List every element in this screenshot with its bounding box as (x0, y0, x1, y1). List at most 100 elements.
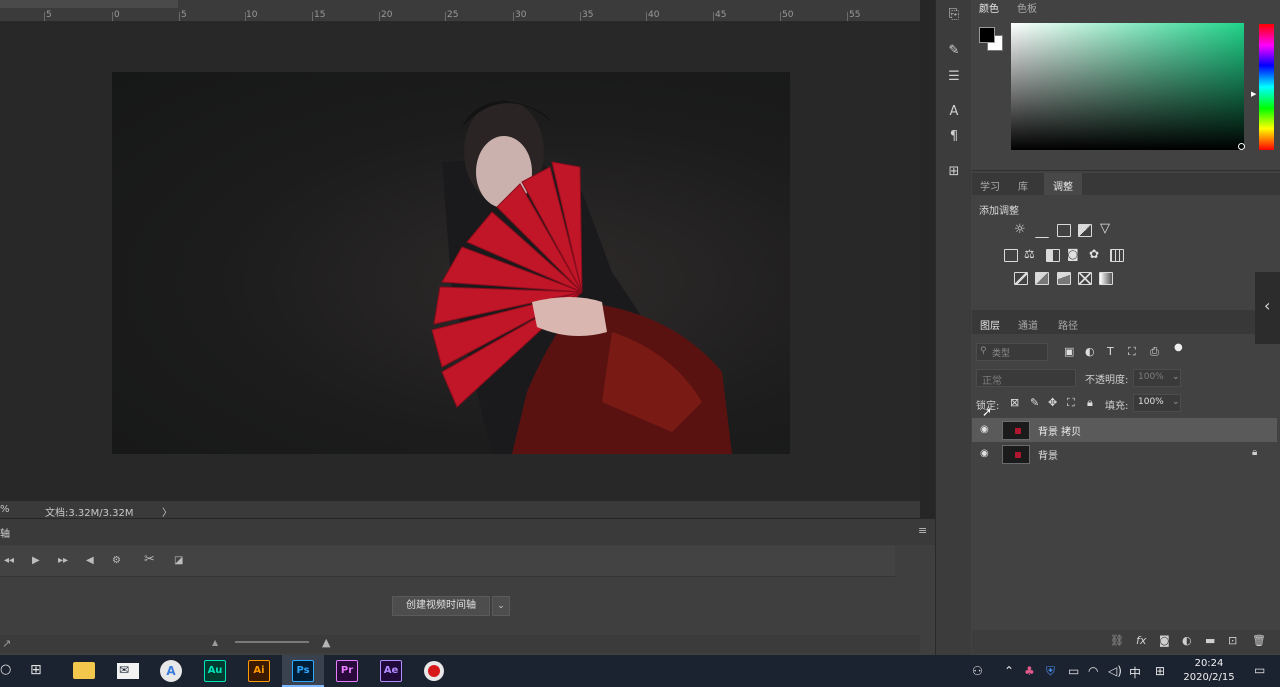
channel-mixer-icon[interactable]: ✿ (1089, 247, 1099, 261)
tab-channels[interactable]: 通道 (1018, 317, 1038, 332)
tab-paths[interactable]: 路径 (1058, 317, 1078, 332)
character-icon[interactable]: A (945, 103, 963, 121)
photo-filter-icon[interactable]: ◙ (1067, 247, 1079, 261)
panel-collapse-tab[interactable]: ‹ (1255, 272, 1280, 344)
color-picker-cursor[interactable] (1238, 143, 1245, 150)
file-explorer-icon[interactable] (73, 662, 95, 679)
settings-icon[interactable]: ⚙ (112, 555, 121, 566)
lock-all-icon[interactable]: 🔒︎ (1087, 396, 1093, 410)
history-icon[interactable]: ⎘ (945, 6, 963, 24)
color-picker-field[interactable] (1011, 23, 1244, 150)
task-view-icon[interactable]: ⊞ (30, 662, 42, 678)
black-white-icon[interactable] (1046, 249, 1060, 262)
tray-app-icon[interactable]: ♣ (1024, 664, 1035, 678)
layer-name[interactable]: 背景 拷贝 (1038, 423, 1081, 438)
after-effects-icon[interactable]: Ae (380, 660, 402, 682)
filter-shape-icon[interactable]: ⛶ (1128, 345, 1136, 359)
posterize-icon[interactable] (1035, 272, 1049, 285)
lock-transparency-icon[interactable]: ⊠ (1010, 396, 1019, 409)
adjustment-layer-icon[interactable]: ◐ (1182, 634, 1192, 647)
layer-row[interactable]: ◉ 背景 🔒︎ (972, 442, 1277, 466)
lock-position-icon[interactable]: ✥ (1048, 396, 1057, 409)
color-lookup-icon[interactable] (1110, 249, 1124, 262)
visibility-eye-icon[interactable]: ◉ (980, 424, 992, 436)
premiere-icon[interactable]: Pr (336, 660, 358, 682)
selective-color-icon[interactable] (1078, 272, 1092, 285)
wifi-icon[interactable]: ◠ (1088, 664, 1098, 678)
color-balance-icon[interactable]: ⚖ (1024, 247, 1035, 261)
foreground-color-swatch[interactable] (979, 27, 995, 43)
filter-smart-object-icon[interactable]: ⎙ (1150, 345, 1159, 359)
search-circle-icon[interactable]: ○ (0, 662, 11, 677)
hue-saturation-icon[interactable] (1004, 249, 1018, 262)
zoom-readout[interactable]: % (0, 504, 10, 515)
illustrator-icon[interactable]: Ai (248, 660, 270, 682)
adjustments-icon[interactable]: ☰ (945, 68, 963, 86)
volume-icon[interactable]: ◁) (1108, 664, 1122, 678)
system-clock[interactable]: 20:24 2020/2/15 (1176, 657, 1242, 685)
chevron-down-icon[interactable]: ⌄ (492, 596, 510, 616)
first-frame-icon[interactable]: ◂◂ (4, 555, 14, 566)
new-layer-icon[interactable]: ⊡ (1228, 634, 1237, 647)
fx-icon[interactable]: fx (1136, 634, 1146, 647)
filter-type-icon[interactable]: T (1107, 345, 1114, 358)
tab-learn[interactable]: 学习 (980, 178, 1000, 193)
lock-brush-icon[interactable]: ✎ (1030, 396, 1039, 409)
zoom-out-icon[interactable]: ▲ (212, 638, 218, 647)
chevron-left-icon[interactable]: ‹ (1264, 296, 1270, 315)
layer-row[interactable]: ◉ 背景 拷贝 (972, 418, 1277, 442)
create-video-timeline-button[interactable]: 创建视频时间轴 (392, 596, 490, 616)
keyboard-grid-icon[interactable]: ⊞ (1155, 664, 1165, 678)
play-icon[interactable]: ▶ (32, 555, 40, 566)
render-icon[interactable]: ↗ (2, 637, 11, 650)
lock-icon[interactable]: 🔒︎ (1252, 447, 1257, 458)
threshold-icon[interactable] (1057, 272, 1071, 285)
photoshop-icon[interactable]: Ps (292, 660, 314, 682)
layer-filter-input[interactable]: ⚲ 类型 (976, 343, 1048, 361)
filter-toggle-icon[interactable]: ● (1174, 342, 1183, 353)
zoom-in-icon[interactable]: ▲ (322, 636, 330, 649)
hue-slider[interactable] (1259, 24, 1274, 150)
levels-icon[interactable] (1035, 225, 1049, 238)
layer-name[interactable]: 背景 (1038, 447, 1058, 462)
zoom-slider[interactable] (235, 641, 309, 643)
gradient-map-icon[interactable] (1099, 272, 1113, 285)
trash-icon[interactable]: 🗑︎ (1252, 634, 1266, 647)
blend-mode-select[interactable]: 正常 (976, 369, 1076, 387)
opacity-field[interactable]: 100% ⌄ (1133, 369, 1181, 387)
audio-icon[interactable]: ◀ (86, 555, 94, 566)
security-shield-icon[interactable]: ⛨ (1046, 664, 1055, 679)
tab-adjustments[interactable]: 调整 (1053, 178, 1073, 193)
tab-layers[interactable]: 图层 (980, 317, 1000, 332)
tab-library[interactable]: 库 (1018, 178, 1028, 193)
curves-icon[interactable] (1057, 224, 1071, 237)
transition-icon[interactable]: ◪ (174, 555, 183, 566)
document-canvas[interactable] (112, 72, 790, 454)
brush-settings-icon[interactable]: ✎ (945, 42, 963, 60)
paragraph-icon[interactable]: ¶ (945, 128, 963, 146)
visibility-eye-icon[interactable]: ◉ (980, 448, 992, 460)
chevron-down-icon[interactable]: ⌄ (1172, 397, 1180, 407)
ime-indicator[interactable]: 中 (1129, 664, 1141, 681)
styles-icon[interactable]: ⊞ (945, 163, 963, 181)
tray-overflow-icon[interactable]: ⌃ (1004, 664, 1014, 678)
invert-icon[interactable] (1014, 272, 1028, 285)
filter-adjustment-icon[interactable]: ◐ (1085, 345, 1095, 358)
fill-field[interactable]: 100% ⌄ (1133, 394, 1181, 412)
notification-icon[interactable]: ▭ (1254, 663, 1265, 677)
tab-swatches[interactable]: 色板 (1017, 0, 1037, 15)
lock-artboard-icon[interactable]: ⛶ (1067, 396, 1075, 410)
exposure-icon[interactable] (1078, 224, 1092, 237)
hue-slider-pointer[interactable]: ▶ (1251, 90, 1256, 98)
browser-icon[interactable]: A (160, 660, 182, 682)
panel-menu-icon[interactable]: ≡ (918, 524, 927, 537)
battery-icon[interactable]: ▭ (1068, 664, 1079, 678)
mail-icon[interactable]: ✉ (117, 663, 139, 679)
vibrance-icon[interactable]: ▽ (1100, 221, 1110, 236)
brightness-icon[interactable]: ☼ (1014, 222, 1026, 237)
filter-pixel-icon[interactable]: ▣ (1064, 345, 1074, 358)
people-icon[interactable]: ⚇ (972, 664, 983, 678)
audition-icon[interactable]: Au (204, 660, 226, 682)
chevron-down-icon[interactable]: ⌄ (1172, 372, 1180, 382)
scissors-icon[interactable]: ✂ (144, 552, 155, 567)
